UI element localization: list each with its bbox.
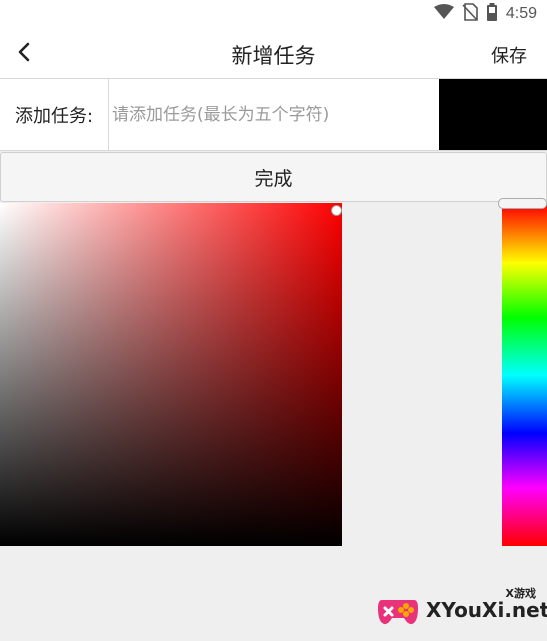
app-bar: 新增任务 保存 [0,30,547,78]
watermark-text: XYouXi.net [426,598,547,622]
task-input[interactable] [110,79,439,150]
save-button[interactable]: 保存 [491,42,527,68]
status-time: 4:59 [505,5,537,22]
page-title: 新增任务 [231,44,316,68]
picker-cursor-icon[interactable] [331,205,342,216]
status-icons: 4:59 [433,3,537,25]
gamepad-logo-icon [376,588,420,630]
no-sim-icon [462,3,478,25]
selected-color-swatch [439,79,547,150]
wifi-icon [433,4,454,24]
battery-icon [486,3,498,25]
watermark: X游戏 XYouXi.net [372,584,547,634]
done-button[interactable]: 完成 [0,152,547,202]
task-input-label: 添加任务: [0,79,109,150]
hue-slider[interactable] [502,205,547,546]
status-bar: 4:59 [0,0,547,30]
sv-black-gradient [0,203,342,546]
slider-handle-icon[interactable] [498,198,547,209]
saturation-value-picker[interactable] [0,203,342,546]
task-input-row: 添加任务: [0,78,547,151]
